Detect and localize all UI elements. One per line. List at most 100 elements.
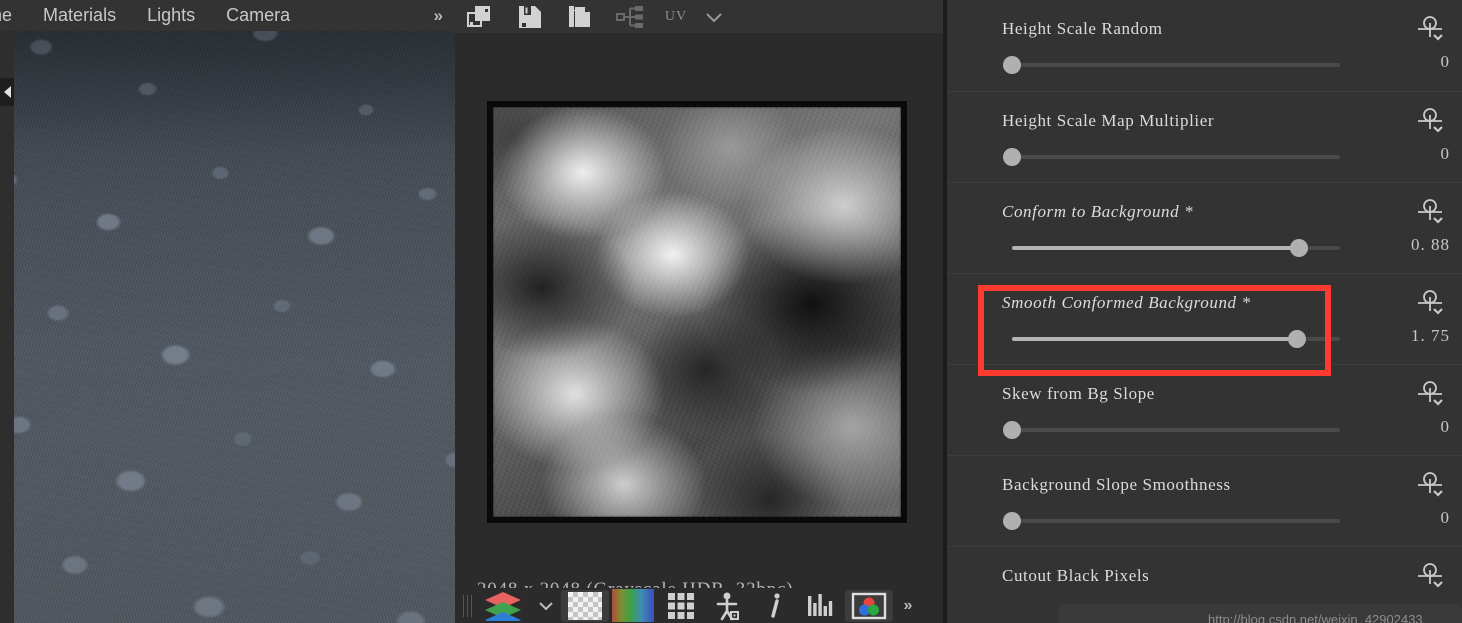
uv-mode-label: UV: [664, 8, 688, 24]
panel-collapse-button[interactable]: [0, 78, 14, 106]
slider-track: [1012, 519, 1340, 523]
param-slider[interactable]: [1002, 148, 1340, 166]
curve-reset-icon: [1418, 16, 1443, 41]
preview-bottom-toolbar: »: [455, 588, 943, 623]
param-label: Cutout Black Pixels: [1002, 566, 1150, 585]
curve-reset-button[interactable]: [1414, 561, 1448, 591]
curve-reset-icon: [1418, 563, 1443, 588]
slider-track: [1012, 428, 1340, 432]
alpha-channel-button[interactable]: [561, 589, 609, 622]
checkerboard-alpha-swatch: [568, 591, 602, 620]
tab-materials[interactable]: Materials: [43, 0, 116, 31]
scale-figure-icon: [716, 592, 739, 620]
grayscale-noise-texture: [493, 107, 901, 517]
color-channels-button[interactable]: [845, 589, 893, 622]
param-value: 1. 75: [1411, 326, 1450, 345]
toolbar-drag-handle[interactable]: [463, 594, 475, 617]
tiling-grid-button[interactable]: [657, 588, 705, 623]
param-row-smooth-conformed-background[interactable]: Smooth Conformed Background * 1. 75: [947, 273, 1462, 364]
chevron-down-icon: [706, 12, 722, 22]
preview-body: 2048 x 2048 (Grayscale HDR, 32bpc): [455, 33, 943, 600]
bottom-toolbar-overflow[interactable]: »: [893, 588, 923, 623]
texture-preview-image[interactable]: [487, 101, 907, 523]
slider-knob[interactable]: [1003, 56, 1021, 74]
watermark-strip: http://blog.csdn.net/weixin_42902433: [1058, 604, 1462, 623]
rgb-channel-button[interactable]: [609, 588, 657, 623]
param-label: Background Slope Smoothness: [1002, 475, 1231, 494]
param-value: 0: [1440, 508, 1450, 527]
copy-button[interactable]: [555, 0, 605, 33]
param-slider[interactable]: [1002, 421, 1340, 439]
tab-scene[interactable]: ene: [0, 0, 12, 31]
tab-overflow-button[interactable]: »: [434, 0, 443, 31]
curve-reset-button[interactable]: [1414, 14, 1448, 44]
param-label: Conform to Background *: [1002, 202, 1194, 221]
gravel-material-preview: [14, 31, 455, 623]
chevron-down-icon: [539, 601, 553, 610]
slider-track: [1012, 63, 1340, 67]
param-slider[interactable]: [1002, 239, 1340, 257]
preview-panel: UV 2048 x 2048 (Grayscale HDR, 32bpc): [455, 0, 943, 623]
curve-reset-button[interactable]: [1414, 106, 1448, 136]
viewport-panel: ene Materials Lights Camera »: [0, 0, 455, 623]
param-label: Smooth Conformed Background *: [1002, 293, 1251, 312]
param-row-height-scale-random[interactable]: Height Scale Random 0: [947, 0, 1462, 91]
param-label: Height Scale Random: [1002, 19, 1163, 38]
curve-reset-icon: [1418, 381, 1443, 406]
param-row-height-scale-map-multiplier[interactable]: Height Scale Map Multiplier 0: [947, 91, 1462, 182]
left-triangle-icon: [3, 86, 11, 98]
curve-reset-button[interactable]: [1414, 288, 1448, 318]
viewport-3d-render[interactable]: [14, 31, 455, 623]
param-label: Height Scale Map Multiplier: [1002, 111, 1215, 130]
application-window: ene Materials Lights Camera »: [0, 0, 1462, 623]
param-slider[interactable]: [1002, 330, 1340, 348]
slider-fill: [1012, 246, 1299, 250]
slider-knob[interactable]: [1003, 512, 1021, 530]
param-value: 0: [1440, 52, 1450, 71]
save-floppy-icon: [519, 5, 541, 28]
param-value: 0. 88: [1411, 235, 1450, 254]
param-row-conform-to-background[interactable]: Conform to Background * 0. 88: [947, 182, 1462, 273]
parameters-panel: Height Scale Random 0 Height Scale Map M…: [947, 0, 1462, 623]
curve-reset-button[interactable]: [1414, 470, 1448, 500]
tab-lights[interactable]: Lights: [147, 0, 195, 31]
save-button[interactable]: [505, 0, 555, 33]
slider-fill: [1012, 337, 1297, 341]
slider-track: [1012, 155, 1340, 159]
node-graph-icon: [616, 5, 643, 28]
layers-stack-icon: [485, 591, 521, 621]
uv-mode-dropdown[interactable]: [697, 0, 731, 33]
curve-reset-button[interactable]: [1414, 379, 1448, 409]
param-value: 0: [1440, 417, 1450, 436]
tab-camera[interactable]: Camera: [226, 0, 290, 31]
layers-dropdown[interactable]: [531, 588, 561, 623]
curve-reset-icon: [1418, 290, 1443, 315]
histogram-button[interactable]: [797, 588, 845, 623]
slider-knob[interactable]: [1003, 148, 1021, 166]
node-graph-button[interactable]: [605, 0, 655, 33]
viewport-tab-bar: ene Materials Lights Camera »: [0, 0, 455, 31]
slider-knob[interactable]: [1003, 421, 1021, 439]
param-row-background-slope-smoothness[interactable]: Background Slope Smoothness 0: [947, 455, 1462, 546]
info-button[interactable]: [753, 588, 797, 623]
duplicate-layers-button[interactable]: [455, 0, 505, 33]
histogram-icon: [808, 593, 833, 616]
grid-tiling-icon: [668, 592, 694, 619]
curve-reset-button[interactable]: [1414, 197, 1448, 227]
param-row-skew-from-bg-slope[interactable]: Skew from Bg Slope 0: [947, 364, 1462, 455]
slider-knob[interactable]: [1290, 239, 1308, 257]
curve-reset-icon: [1418, 472, 1443, 497]
curve-reset-icon: [1418, 108, 1443, 133]
info-icon: [771, 592, 780, 618]
param-slider[interactable]: [1002, 512, 1340, 530]
scale-reference-button[interactable]: [705, 588, 753, 623]
param-value: 0: [1440, 144, 1450, 163]
preview-toolbar: UV: [455, 0, 943, 33]
rgb-gradient-swatch: [612, 589, 654, 622]
param-label: Skew from Bg Slope: [1002, 384, 1155, 403]
curve-reset-icon: [1418, 199, 1443, 224]
layers-button[interactable]: [475, 588, 531, 623]
slider-knob[interactable]: [1288, 330, 1306, 348]
param-slider[interactable]: [1002, 56, 1340, 74]
color-channels-icon: [851, 592, 887, 619]
